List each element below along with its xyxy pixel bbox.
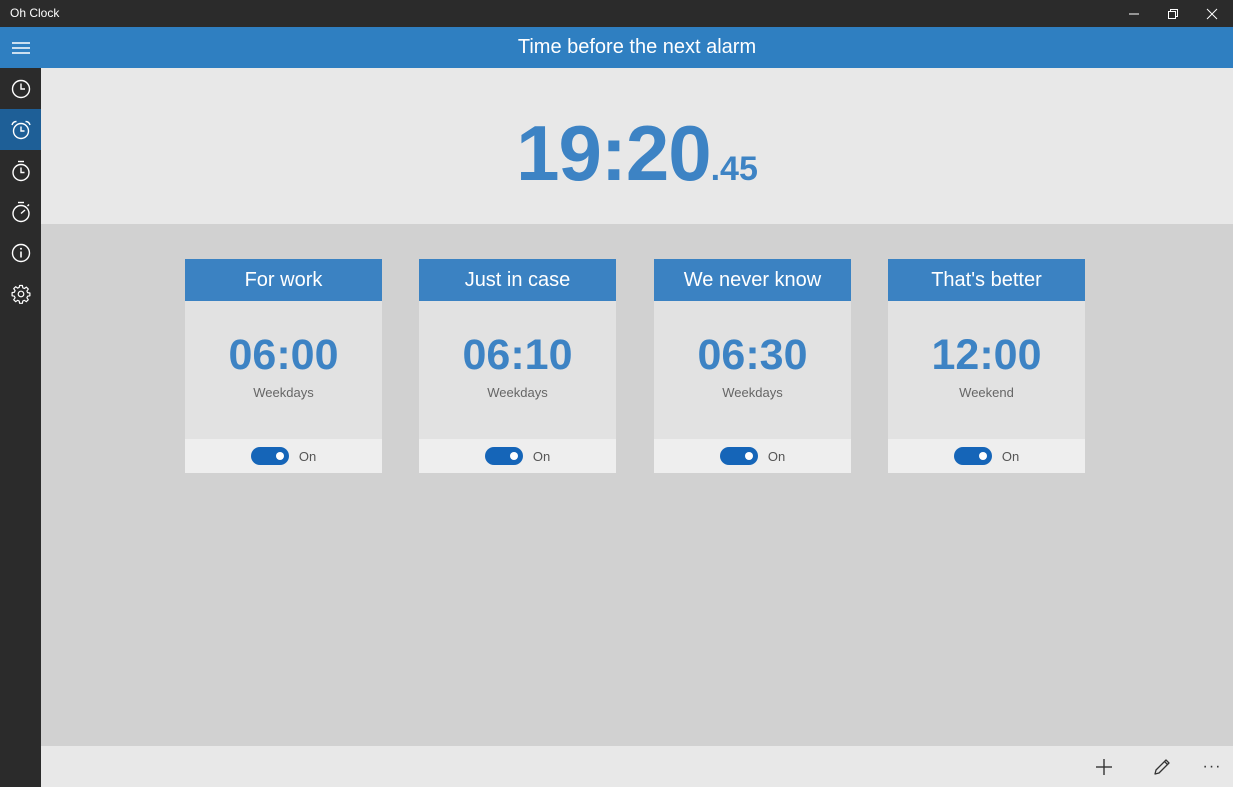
alarm-time: 06:10 [462,331,573,379]
countdown-display: 19:20.45 [41,108,1233,199]
toggle-knob [744,452,753,460]
alarm-toggle-switch[interactable] [250,447,289,465]
plus-icon [1096,759,1112,775]
restore-button[interactable] [1153,0,1193,27]
toggle-knob [509,452,518,460]
alarm-toggle-label: On [1001,448,1020,464]
pencil-icon [1154,759,1170,775]
alarm-days: Weekend [959,385,1014,400]
close-button[interactable] [1192,0,1232,27]
alarm-toggle-switch[interactable] [484,447,523,465]
app-title: Oh Clock [10,6,60,20]
sidebar-nav [0,27,41,787]
alarm-toggle-row: On [185,439,382,473]
sidebar-item-settings[interactable] [0,273,41,314]
alarm-days: Weekdays [487,385,548,400]
countdown-panel: 19:20.45 [41,68,1233,224]
countdown-fraction: .45 [710,150,758,188]
sidebar-item-timer[interactable] [0,150,41,191]
stopwatch-icon [11,201,30,222]
alarm-toggle-row: On [888,439,1085,473]
minimize-icon [1129,13,1139,14]
gear-icon [11,284,30,304]
info-icon [11,243,30,262]
page-header: Time before the next alarm [41,27,1233,68]
alarm-card[interactable]: That's better 12:00 Weekend On [888,259,1085,473]
alarm-toggle-switch[interactable] [953,447,992,465]
restore-icon [1168,8,1178,19]
page-title: Time before the next alarm [517,36,757,58]
title-bar: Oh Clock [0,0,1233,27]
alarm-card[interactable]: For work 06:00 Weekdays On [185,259,382,473]
alarm-days: Weekdays [253,385,314,400]
alarms-list: For work 06:00 Weekdays On Just in case … [41,224,1233,746]
alarm-toggle-switch[interactable] [719,447,758,465]
toggle-knob [275,452,284,460]
alarm-toggle-row: On [654,439,851,473]
alarm-name: We never know [654,259,851,301]
alarm-card[interactable]: We never know 06:30 Weekdays On [654,259,851,473]
alarm-name: Just in case [419,259,616,301]
sidebar-item-info[interactable] [0,232,41,273]
alarm-time: 06:00 [228,331,339,379]
sidebar-item-clock[interactable] [0,68,41,109]
hamburger-menu-icon [11,41,30,54]
clock-icon [11,79,30,98]
command-bar: ··· [41,746,1233,787]
edit-alarms-button[interactable] [1150,755,1174,779]
minimize-button[interactable] [1114,0,1154,27]
countdown-time: 19:20 [516,109,711,197]
alarm-time: 06:30 [697,331,808,379]
alarm-toggle-label: On [298,448,317,464]
sidebar-item-stopwatch[interactable] [0,191,41,232]
more-options-icon: ··· [1202,758,1222,775]
toggle-knob [978,452,987,460]
alarm-days: Weekdays [722,385,783,400]
more-options-button[interactable]: ··· [1200,755,1224,779]
alarm-toggle-label: On [767,448,786,464]
timer-icon [11,160,30,181]
sidebar-item-alarm[interactable] [0,109,41,150]
alarm-name: That's better [888,259,1085,301]
alarm-time: 12:00 [931,331,1042,379]
alarm-clock-icon [10,120,31,139]
add-alarm-button[interactable] [1092,755,1116,779]
hamburger-menu-button[interactable] [0,27,41,68]
alarm-name: For work [185,259,382,301]
alarm-card[interactable]: Just in case 06:10 Weekdays On [419,259,616,473]
alarm-toggle-row: On [419,439,616,473]
close-icon [1206,8,1218,19]
alarm-toggle-label: On [532,448,551,464]
